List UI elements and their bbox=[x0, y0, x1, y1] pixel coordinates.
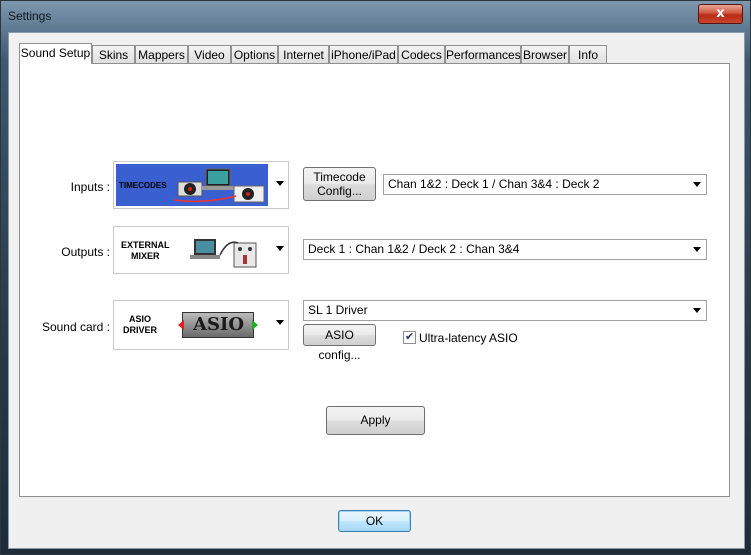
asio-logo-text: ASIO bbox=[193, 314, 245, 335]
settings-window: Settings x Sound Setup Skins Mappers Vid… bbox=[0, 0, 751, 555]
soundcard-select[interactable]: SL 1 Driver bbox=[303, 300, 707, 321]
tab-mappers[interactable]: Mappers bbox=[135, 45, 188, 63]
asio-driver-image: ASIO DRIVER ASIO bbox=[116, 303, 268, 347]
outputs-routing-value: Deck 1 : Chan 1&2 / Deck 2 : Chan 3&4 bbox=[308, 242, 520, 256]
tab-skins[interactable]: Skins bbox=[92, 45, 135, 63]
soundcard-image-selector[interactable]: ASIO DRIVER ASIO bbox=[113, 300, 289, 350]
apply-button[interactable]: Apply bbox=[326, 406, 425, 435]
chevron-down-icon bbox=[693, 247, 701, 252]
inputs-dropdown-icon bbox=[276, 181, 284, 186]
tab-internet[interactable]: Internet bbox=[278, 45, 329, 63]
checkmark-icon: ✔ bbox=[405, 330, 415, 343]
soundcard-value: SL 1 Driver bbox=[308, 303, 368, 317]
timecode-config-line2: Config... bbox=[317, 184, 362, 198]
asio-logo: ASIO bbox=[178, 312, 258, 338]
tab-sound-setup[interactable]: Sound Setup bbox=[19, 43, 92, 64]
inputs-routing-value: Chan 1&2 : Deck 1 / Chan 3&4 : Deck 2 bbox=[388, 177, 600, 191]
ultra-latency-label: Ultra-latency ASIO bbox=[419, 331, 518, 345]
arrow-left-icon bbox=[178, 320, 184, 330]
sound-setup-panel: Inputs : TIMECODES Timecode Config... Ch… bbox=[19, 63, 730, 497]
outputs-image-selector[interactable]: EXTERNAL MIXER bbox=[113, 226, 289, 274]
outputs-dropdown-icon bbox=[276, 246, 284, 251]
soundcard-dropdown-icon bbox=[276, 320, 284, 325]
ok-button[interactable]: OK bbox=[338, 510, 411, 532]
chevron-down-icon bbox=[693, 182, 701, 187]
tab-codecs[interactable]: Codecs bbox=[398, 45, 445, 63]
inputs-routing-select[interactable]: Chan 1&2 : Deck 1 / Chan 3&4 : Deck 2 bbox=[383, 174, 707, 195]
tab-performances[interactable]: Performances bbox=[445, 45, 521, 63]
external-mixer-image: EXTERNAL MIXER bbox=[116, 229, 268, 271]
inputs-label: Inputs : bbox=[70, 180, 110, 194]
tab-info[interactable]: Info bbox=[569, 45, 607, 63]
tab-iphone-ipad[interactable]: iPhone/iPad bbox=[329, 45, 398, 63]
timecodes-image: TIMECODES bbox=[116, 164, 268, 206]
arrow-right-icon bbox=[252, 320, 258, 330]
asio-config-button[interactable]: ASIO config... bbox=[303, 324, 376, 362]
close-icon: x bbox=[716, 6, 725, 21]
asio-text: ASIO bbox=[129, 314, 152, 324]
timecode-config-line1: Timecode bbox=[313, 170, 366, 184]
tab-browser[interactable]: Browser bbox=[521, 45, 569, 63]
outputs-label: Outputs : bbox=[61, 245, 110, 259]
turntables-laptop-icon bbox=[173, 168, 265, 203]
close-button[interactable]: x bbox=[698, 4, 743, 24]
ultra-latency-checkbox[interactable]: ✔ bbox=[403, 330, 416, 344]
laptop-mixer-icon bbox=[190, 239, 257, 268]
tab-video[interactable]: Video bbox=[188, 45, 231, 63]
tab-options[interactable]: Options bbox=[231, 45, 278, 63]
chevron-down-icon bbox=[693, 308, 701, 313]
client-area: Sound Setup Skins Mappers Video Options … bbox=[8, 32, 745, 549]
inputs-image-selector[interactable]: TIMECODES bbox=[113, 161, 289, 209]
driver-text: DRIVER bbox=[123, 325, 158, 335]
title-bar[interactable]: Settings x bbox=[1, 1, 750, 31]
window-title: Settings bbox=[8, 9, 52, 23]
timecode-config-button[interactable]: Timecode Config... bbox=[303, 167, 376, 201]
outputs-routing-select[interactable]: Deck 1 : Chan 1&2 / Deck 2 : Chan 3&4 bbox=[303, 239, 707, 260]
soundcard-label: Sound card : bbox=[41, 320, 110, 334]
asio-driver-text: ASIO DRIVER bbox=[123, 314, 157, 336]
